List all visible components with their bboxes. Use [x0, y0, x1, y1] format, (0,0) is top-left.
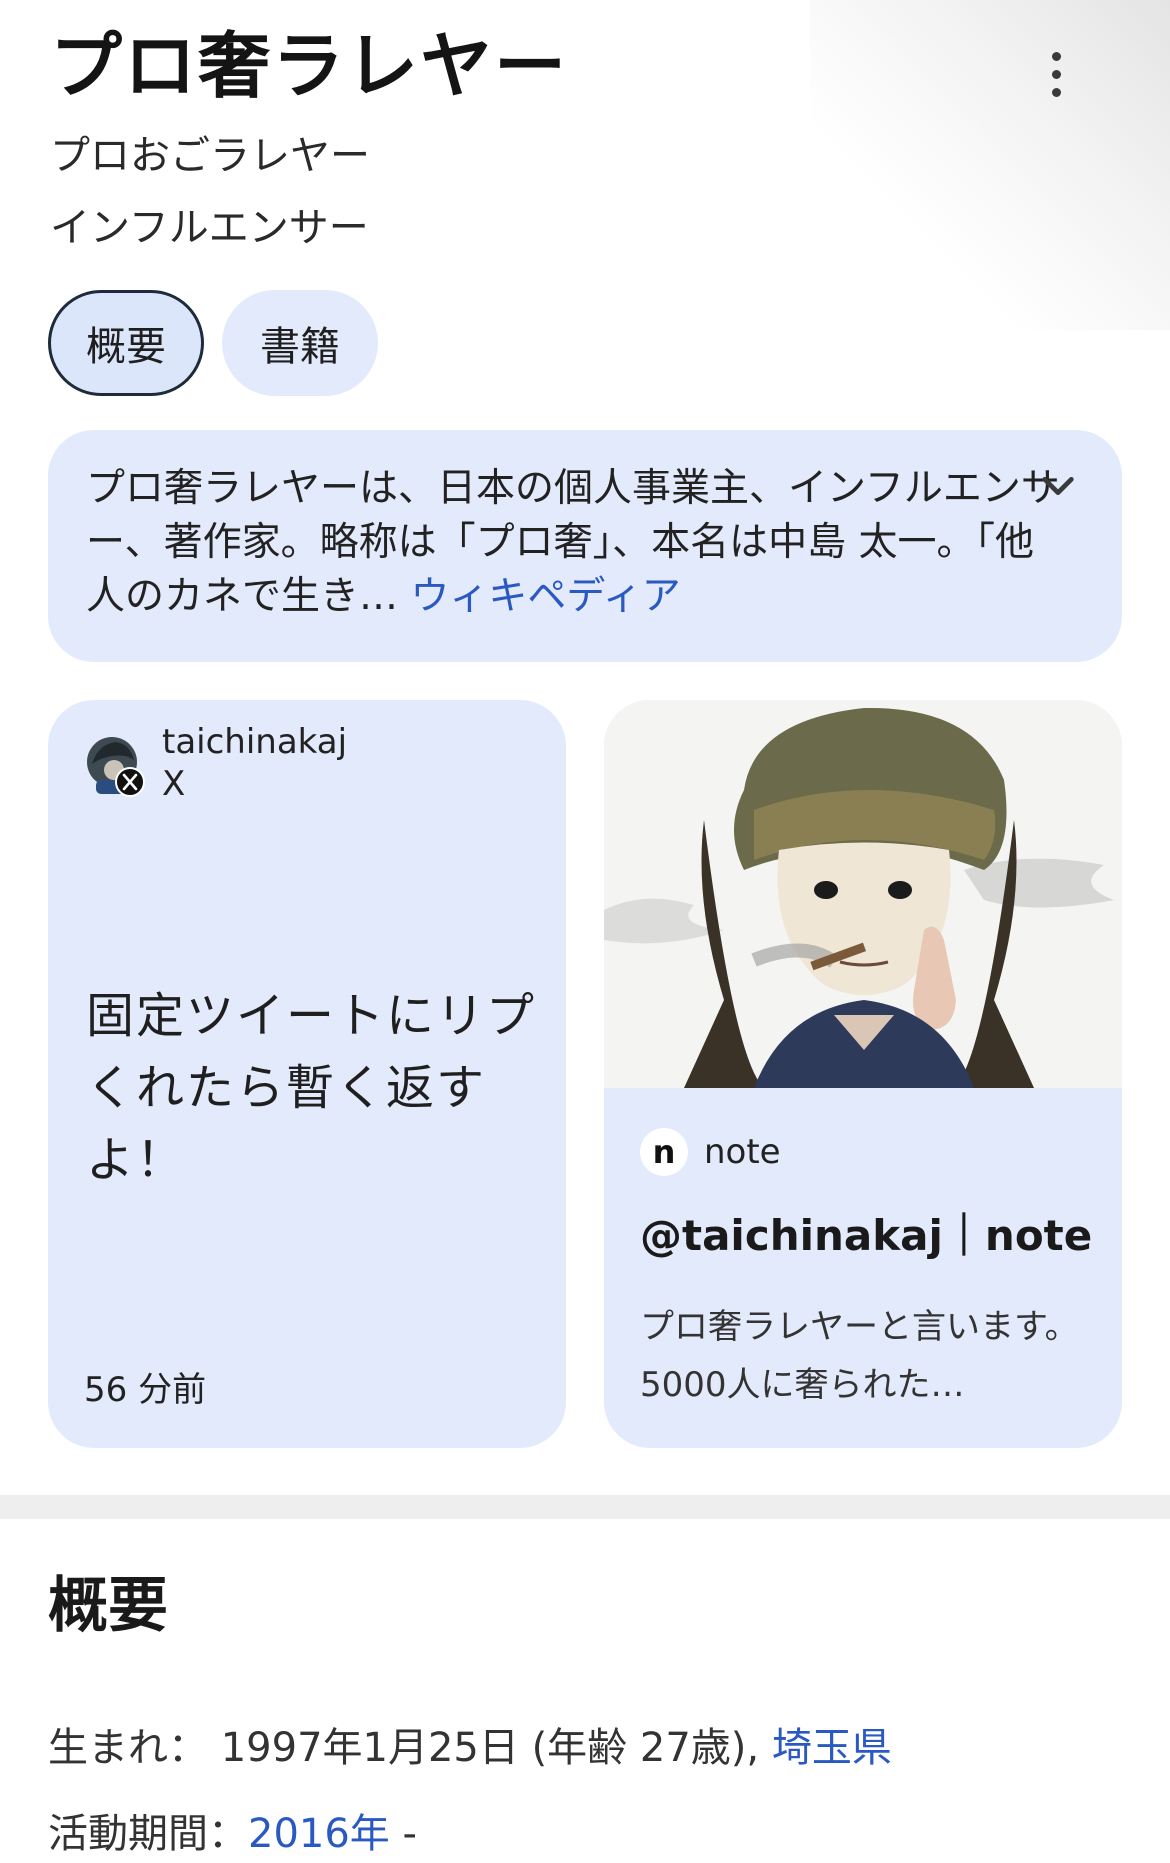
x-source-label: X	[162, 764, 186, 804]
born-value: 1997年1月25日 (年齢 27歳),	[208, 1725, 772, 1771]
alias-subtitle: プロおごラレヤー	[50, 133, 370, 179]
x-username: taichinakaj	[162, 722, 348, 762]
tab-overview[interactable]: 概要	[48, 290, 204, 396]
note-logo-icon: n	[640, 1128, 688, 1176]
corner-shade	[810, 0, 1170, 330]
note-thumbnail-image	[604, 700, 1122, 1088]
note-snippet: プロ奢ラレヤーと言います。 5000人に奢られた…	[640, 1307, 1079, 1405]
overview-heading: 概要	[48, 1571, 168, 1641]
tab-overview-label: 概要	[86, 324, 166, 370]
more-vert-icon	[1051, 51, 1061, 61]
chevron-down-icon[interactable]	[1038, 466, 1078, 506]
fact-born: 生まれ： 1997年1月25日 (年齢 27歳), 埼玉県	[48, 1720, 892, 1776]
active-year-link[interactable]: 2016年	[248, 1811, 390, 1857]
description-ellipsis: …	[359, 574, 399, 619]
knowledge-panel: プロ奢ラレヤー プロおごラレヤー インフルエンサー 概要 書籍 プロ奢ラレヤーは…	[0, 0, 1170, 1863]
tab-books[interactable]: 書籍	[222, 290, 378, 396]
note-source-label: note	[704, 1132, 781, 1172]
more-options-button[interactable]	[1038, 44, 1074, 104]
description-card[interactable]: プロ奢ラレヤーは、日本の個人事業主、インフルエンサー、著作家。略称は「プロ奢」、…	[48, 430, 1122, 662]
note-card[interactable]: n note @taichinakaj｜note プロ奢ラレヤーと言います。 5…	[604, 700, 1122, 1448]
fact-active-period: 活動期間：2016年 -	[48, 1806, 417, 1862]
x-post-card[interactable]: taichinakaj X 固定ツイートにリプくれたら暫く返すよ！ 56 分前	[48, 700, 566, 1448]
page-title: プロ奢ラレヤー	[50, 24, 569, 108]
active-period-label: 活動期間：	[48, 1811, 248, 1857]
born-label: 生まれ：	[48, 1725, 208, 1771]
tweet-text: 固定ツイートにリプくれたら暫く返すよ！	[86, 988, 537, 1188]
active-suffix: -	[389, 1811, 417, 1857]
tab-books-label: 書籍	[260, 324, 340, 370]
note-title[interactable]: @taichinakaj｜note	[640, 1208, 1092, 1264]
avatar	[87, 737, 145, 797]
description-text: プロ奢ラレヤーは、日本の個人事業主、インフルエンサー、著作家。略称は「プロ奢」、…	[86, 462, 1066, 624]
wikipedia-link[interactable]: ウィキペディア	[410, 574, 680, 619]
tweet-timestamp: 56 分前	[84, 1370, 207, 1410]
occupation-subtitle: インフルエンサー	[50, 205, 369, 251]
section-divider	[0, 1495, 1170, 1519]
born-place-link[interactable]: 埼玉県	[772, 1725, 892, 1771]
